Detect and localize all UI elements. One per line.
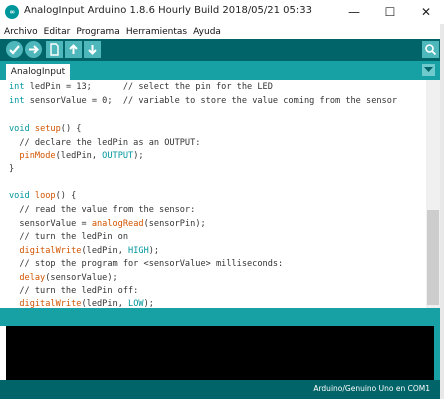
code-line: // stop the program for <sensorValue> mi… [19,259,284,269]
save-sketch-button[interactable] [84,41,101,58]
message-bar [0,308,440,326]
open-sketch-button[interactable] [65,41,82,58]
new-sketch-button[interactable] [46,41,63,58]
minimize-button[interactable]: — [336,0,372,24]
code-line: // declare the ledPin as an OUTPUT: [19,138,201,148]
code-line: void setup() { [9,124,82,134]
code-line: // read the value from the sensor: [19,205,196,215]
window-title: AnalogInput Arduino 1.8.6 Hourly Build 2… [24,5,312,16]
maximize-button[interactable]: ☐ [372,0,408,24]
open-icon [69,44,78,54]
board-port-status: Arduino/Genuino Uno en COM1 [313,384,430,393]
code-line: delay(sensorValue); [19,273,118,283]
menu-ayuda[interactable]: Ayuda [189,27,223,37]
verify-button[interactable] [6,41,23,58]
code-line: void loop() { [9,191,77,201]
code-line: } [9,164,15,174]
serial-monitor-button[interactable] [422,41,439,58]
code-line: int ledPin = 13; // select the pin for t… [9,82,273,92]
window-right-edge [440,24,444,399]
code-line: sensorValue = analogRead(sensorPin); [19,219,206,229]
serial-monitor-icon [425,44,437,56]
status-bar: Arduino/Genuino Uno en COM1 [0,380,440,399]
menu-bar: Archivo Editar Programa Herramientas Ayu… [0,24,444,39]
title-bar[interactable]: ∞ AnalogInput Arduino 1.8.6 Hourly Build… [0,0,444,25]
code-line: pinMode(ledPin, OUTPUT); [19,151,144,161]
app-icon-glyph: ∞ [9,8,15,16]
editor-scrollbar[interactable] [426,80,440,308]
tab-analoginput[interactable]: AnalogInput [6,64,70,80]
code-line: int sensorValue = 0; // variable to stor… [9,96,398,106]
save-icon [88,45,97,55]
arduino-logo-icon: ∞ [5,5,19,19]
new-icon [50,43,59,56]
editor-scrollbar-thumb[interactable] [427,210,439,305]
tab-strip: AnalogInput [0,61,444,80]
code-line: // turn the ledPin on [19,232,129,242]
menu-editar[interactable]: Editar [40,27,73,37]
code-editor[interactable]: int ledPin = 13; // select the pin for t… [0,80,426,308]
verify-icon [9,45,20,55]
code-line: digitalWrite(ledPin, HIGH); [19,246,160,256]
code-line: // turn the ledPin off: [19,286,139,296]
code-line: digitalWrite(ledPin, LOW); [19,299,154,308]
menu-archivo[interactable]: Archivo [0,27,40,37]
arduino-ide-window: ∞ AnalogInput Arduino 1.8.6 Hourly Build… [0,0,444,399]
menu-herramientas[interactable]: Herramientas [122,27,189,37]
dropdown-arrow-icon [424,67,433,72]
upload-button[interactable] [25,41,42,58]
upload-icon [29,45,39,54]
menu-programa[interactable]: Programa [72,27,122,37]
close-button[interactable]: ✕ [408,0,444,24]
toolbar [0,39,444,61]
tab-menu-button[interactable] [422,64,435,76]
console-output[interactable] [6,326,434,380]
